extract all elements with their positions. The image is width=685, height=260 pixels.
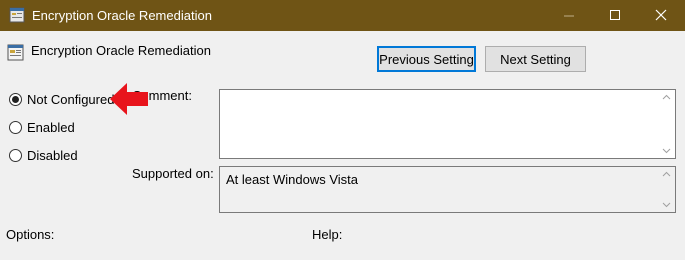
policy-window-icon	[9, 7, 25, 23]
radio-label: Disabled	[27, 147, 78, 163]
close-icon	[655, 9, 667, 21]
comment-scrollbar[interactable]	[658, 90, 675, 158]
options-label: Options:	[6, 227, 55, 242]
supported-on-label: Supported on:	[132, 166, 214, 181]
radio-not-configured[interactable]: Not Configured	[9, 90, 114, 108]
radio-label: Enabled	[27, 119, 75, 135]
radio-disabled[interactable]: Disabled	[9, 146, 78, 164]
policy-setting-icon	[7, 44, 24, 61]
scroll-up-icon	[662, 171, 671, 177]
window-title: Encryption Oracle Remediation	[32, 8, 212, 23]
maximize-button[interactable]	[593, 0, 639, 31]
next-setting-button[interactable]: Next Setting	[485, 46, 586, 72]
supported-on-value: At least Windows Vista	[226, 172, 358, 187]
radio-enabled[interactable]: Enabled	[9, 118, 75, 136]
radio-button[interactable]	[9, 120, 22, 134]
comment-textarea[interactable]	[219, 89, 676, 159]
radio-button[interactable]	[9, 148, 22, 162]
scroll-up-icon	[662, 94, 671, 100]
minimize-button[interactable]	[547, 0, 593, 31]
radio-label: Not Configured	[27, 91, 115, 107]
help-label: Help:	[312, 227, 343, 242]
previous-setting-button[interactable]: Previous Setting	[377, 46, 476, 72]
minimize-icon	[564, 15, 574, 17]
radio-button-checked[interactable]	[9, 92, 22, 106]
title-bar: Encryption Oracle Remediation	[0, 0, 685, 31]
close-button[interactable]	[639, 0, 685, 31]
supported-on-field: At least Windows Vista	[219, 166, 676, 213]
supported-scrollbar[interactable]	[658, 167, 675, 212]
maximize-icon	[610, 10, 620, 20]
red-arrow-icon	[110, 83, 148, 115]
scroll-down-icon	[662, 148, 671, 154]
policy-name-label: Encryption Oracle Remediation	[31, 43, 211, 58]
scroll-down-icon	[662, 202, 671, 208]
